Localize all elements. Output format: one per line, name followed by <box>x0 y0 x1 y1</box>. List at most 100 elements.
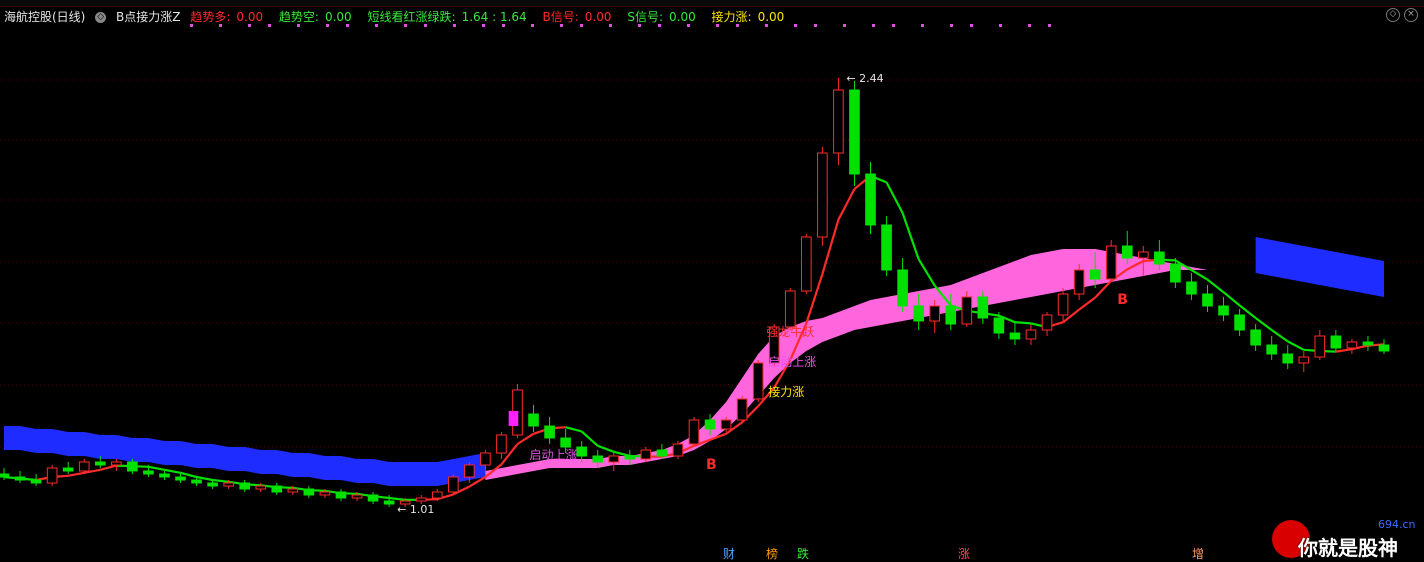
ma-line-segment <box>1335 348 1353 353</box>
ma-line-segment <box>180 471 197 479</box>
candle-body <box>303 488 315 496</box>
candle-body <box>255 485 267 490</box>
candle-body <box>752 362 764 400</box>
bottom-label-zeng[interactable]: 增 <box>1192 545 1204 562</box>
candle-body <box>335 491 347 499</box>
ma-line-segment <box>580 430 599 447</box>
bottom-label-die[interactable]: 跌 <box>797 545 809 562</box>
candle-body <box>1057 293 1069 316</box>
candle-body <box>1137 251 1149 259</box>
signal-dot <box>502 24 505 27</box>
signal-dot <box>921 24 924 27</box>
signal-dot <box>765 24 768 27</box>
candle-body <box>1121 245 1133 259</box>
candle-body <box>608 455 620 463</box>
candle-body <box>1378 344 1390 352</box>
signal-dot <box>326 24 329 27</box>
candlestick-chart[interactable]: ← 2.44← 1.01BB启动上涨启动上涨接力涨强龙牛跃 <box>0 0 1424 561</box>
candle-body <box>1234 314 1245 331</box>
ma-line-segment <box>164 468 181 474</box>
signal-dot <box>424 24 427 27</box>
candle-body <box>319 491 331 496</box>
bottom-label-bang[interactable]: 榜 <box>766 545 778 562</box>
candle-body <box>1362 341 1374 346</box>
candle-body <box>961 296 973 325</box>
signal-dot <box>1048 24 1051 27</box>
signal-dot <box>219 24 222 27</box>
candle-body <box>447 476 459 493</box>
ma-line-segment <box>837 188 856 221</box>
bottom-label-zhang[interactable]: 涨 <box>958 545 970 562</box>
price-high-label: ← 2.44 <box>846 72 883 85</box>
signal-dot <box>814 24 817 27</box>
ma-line-segment <box>613 450 631 458</box>
candle-body <box>127 461 138 472</box>
watermark-slogan: 你就是股神 <box>1298 536 1398 560</box>
candle-body <box>1298 356 1310 364</box>
signal-dot <box>531 24 534 27</box>
ma-line-segment <box>565 426 582 433</box>
candle-body <box>1330 335 1342 349</box>
price-low-label: ← 1.01 <box>397 503 434 516</box>
candle-body <box>801 236 812 292</box>
watermark-site: 694.cn <box>1378 518 1416 531</box>
candle-body <box>1089 269 1101 280</box>
candle-body <box>1041 314 1053 331</box>
candle-body <box>1170 263 1181 283</box>
candle-body <box>175 476 186 481</box>
bottom-label-cai[interactable]: 财 <box>723 545 735 562</box>
candle-body <box>817 152 828 238</box>
trend-band-left <box>4 426 486 486</box>
candle-body <box>287 488 299 493</box>
candle-body <box>929 305 941 322</box>
qidong-label: 启动上涨 <box>530 447 578 462</box>
ma-line-segment <box>67 471 85 477</box>
ma-line-segment <box>1190 269 1209 281</box>
candle-body <box>480 452 491 466</box>
signal-dot <box>843 24 846 27</box>
ma-line-segment <box>597 444 615 453</box>
ma-line-segment <box>100 464 117 471</box>
b-signal-label: B <box>706 457 717 473</box>
ma-line-segment <box>1254 317 1273 331</box>
ma-line-segment <box>917 258 936 287</box>
signal-dot <box>375 24 378 27</box>
ma-line-segment <box>1222 291 1241 307</box>
candle-body <box>46 467 58 484</box>
ma-line-segment <box>1287 340 1305 351</box>
longfei-label: 强龙牛跃 <box>766 324 814 339</box>
signal-dot <box>482 24 485 27</box>
ma-line-segment <box>1078 296 1096 311</box>
candle-body <box>560 437 571 448</box>
candle-body <box>351 494 363 499</box>
candle-body <box>1250 329 1261 346</box>
ma-line-segment <box>1206 278 1225 294</box>
candle-body <box>865 173 876 226</box>
jieli-label: 接力涨 <box>768 384 804 399</box>
candle-body <box>544 425 555 439</box>
candle-body <box>993 317 1005 334</box>
candle-body <box>897 269 908 307</box>
ma-line-segment <box>148 465 165 471</box>
signal-dot <box>248 24 251 27</box>
candle-body <box>656 449 668 457</box>
ma-line-segment <box>212 478 229 483</box>
candle-body <box>30 479 42 484</box>
candle-body <box>1186 281 1197 295</box>
candle-body <box>977 296 989 319</box>
candle-body <box>720 419 732 430</box>
candle-body <box>415 497 427 502</box>
candle-body <box>0 473 10 478</box>
signal-dot <box>892 24 895 27</box>
signal-dot <box>268 24 271 27</box>
signal-dot <box>794 24 797 27</box>
candle-body <box>528 413 539 427</box>
candle-body <box>78 461 90 472</box>
signal-dot <box>658 24 661 27</box>
candle-body <box>849 89 860 175</box>
candle-body <box>833 89 844 154</box>
magenta-signal-candle <box>508 411 519 426</box>
candle-body <box>191 479 202 484</box>
candle-body <box>592 455 604 463</box>
signal-dot <box>716 24 719 27</box>
